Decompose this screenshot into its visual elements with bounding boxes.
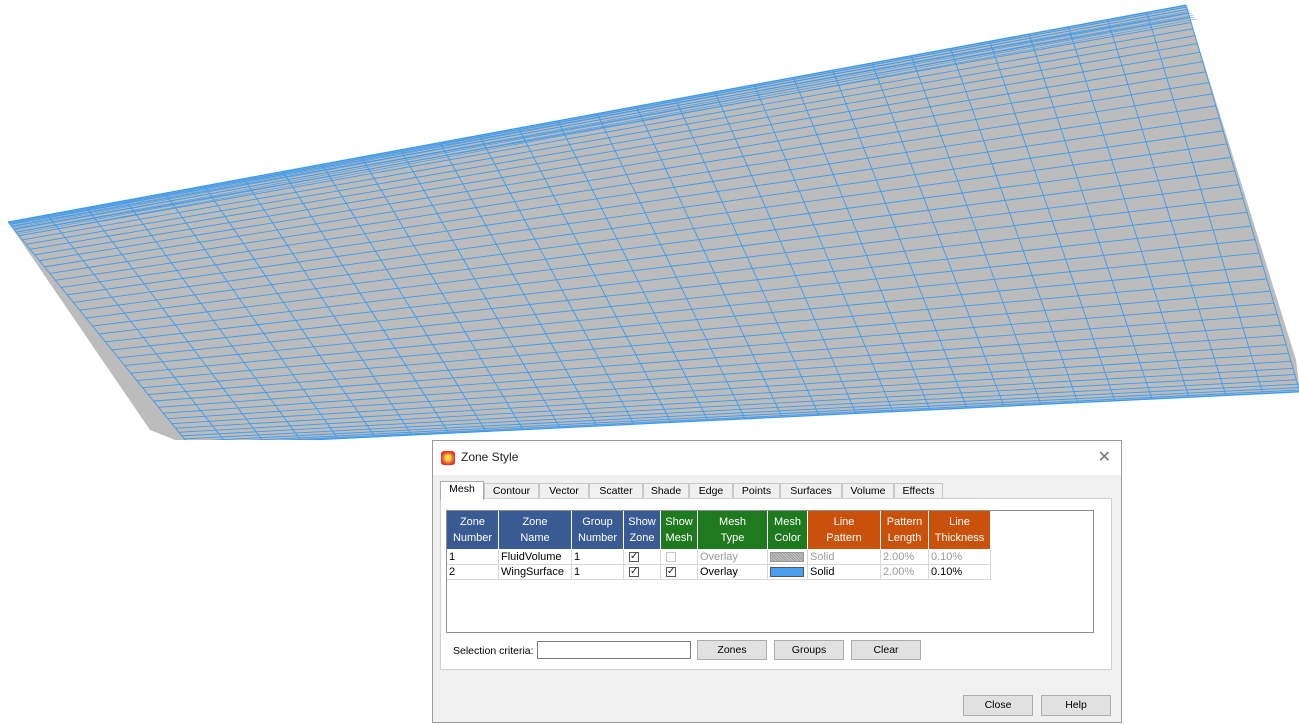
mesh-color-swatch[interactable] [770,567,804,577]
line-thickness-cell[interactable]: 0.10% [929,565,991,580]
tab-effects[interactable]: Effects [894,483,943,499]
show-zone-cell[interactable]: ✓ [624,550,661,565]
line-pattern-cell[interactable]: Solid [808,565,881,580]
header-zone-name[interactable]: Zone Name [499,511,572,549]
tab-vector[interactable]: Vector [539,483,589,499]
zones-button[interactable]: Zones [697,640,767,660]
tab-shade[interactable]: Shade [643,483,689,499]
header-mesh-color[interactable]: Mesh Color [768,511,808,549]
zone-number-cell[interactable]: 2 [447,565,499,580]
zone-name-cell[interactable]: FluidVolume [499,550,572,565]
header-pattern-length[interactable]: Pattern Length [881,511,929,549]
pattern-length-cell[interactable]: 2.00% [881,565,929,580]
line-pattern-cell[interactable]: Solid [808,550,881,565]
mesh-color-cell[interactable] [768,550,808,565]
header-mesh-type[interactable]: Mesh Type [698,511,768,549]
groups-button[interactable]: Groups [774,640,844,660]
tab-volume[interactable]: Volume [842,483,894,499]
header-line-thickness[interactable]: Line Thickness [929,511,991,549]
tab-edge[interactable]: Edge [689,483,733,499]
pattern-length-cell[interactable]: 2.00% [881,550,929,565]
tab-scatter[interactable]: Scatter [589,483,643,499]
zone-grid[interactable]: Zone Number Zone Name Group Number Show Zone… [446,510,1094,633]
show-zone-cell[interactable]: ✓ [624,565,661,580]
mesh-type-cell[interactable]: Overlay [698,565,768,580]
header-line-pattern[interactable]: Line Pattern [808,511,881,549]
show-zone-checkbox[interactable]: ✓ [629,567,639,577]
show-mesh-checkbox[interactable]: ✓ [666,567,676,577]
dialog-title: Zone Style [461,450,519,464]
close-button[interactable]: Close [963,695,1033,716]
tab-surfaces[interactable]: Surfaces [780,483,842,499]
zone-style-dialog: Zone Style ✕ Mesh Contour Vector Scatter… [432,440,1122,723]
show-zone-checkbox[interactable]: ✓ [629,552,639,562]
header-zone-number[interactable]: Zone Number [447,511,499,549]
help-button[interactable]: Help [1041,695,1111,716]
tab-points[interactable]: Points [733,483,780,499]
group-number-cell[interactable]: 1 [572,565,624,580]
header-show-zone[interactable]: Show Zone [624,511,661,549]
close-icon[interactable]: ✕ [1098,447,1111,467]
header-show-mesh[interactable]: Show Mesh [661,511,698,549]
group-number-cell[interactable]: 1 [572,550,624,565]
selection-criteria-input[interactable] [537,641,691,659]
mesh-color-cell[interactable] [768,565,808,580]
zone-name-cell[interactable]: WingSurface [499,565,572,580]
header-group-number[interactable]: Group Number [572,511,624,549]
selection-criteria-label: Selection criteria: [453,645,534,657]
wing-mesh-plot [7,4,1299,440]
mesh-color-swatch[interactable] [770,552,804,562]
show-mesh-checkbox[interactable] [666,552,676,562]
clear-button[interactable]: Clear [851,640,921,660]
zone-number-cell[interactable]: 1 [447,550,499,565]
line-thickness-cell[interactable]: 0.10% [929,550,991,565]
table-row[interactable]: 2 WingSurface 1 ✓ ✓ Overlay Solid 2.00% … [447,565,991,580]
tab-contour[interactable]: Contour [484,483,539,499]
tab-mesh[interactable]: Mesh [440,481,484,500]
mesh-type-cell[interactable]: Overlay [698,550,768,565]
show-mesh-cell[interactable] [661,550,698,565]
table-row[interactable]: 1 FluidVolume 1 ✓ Overlay Solid 2.00% 0.… [447,550,991,565]
show-mesh-cell[interactable]: ✓ [661,565,698,580]
dialog-title-bar[interactable]: Zone Style ✕ [433,441,1121,475]
tecplot-app-icon [441,451,455,465]
